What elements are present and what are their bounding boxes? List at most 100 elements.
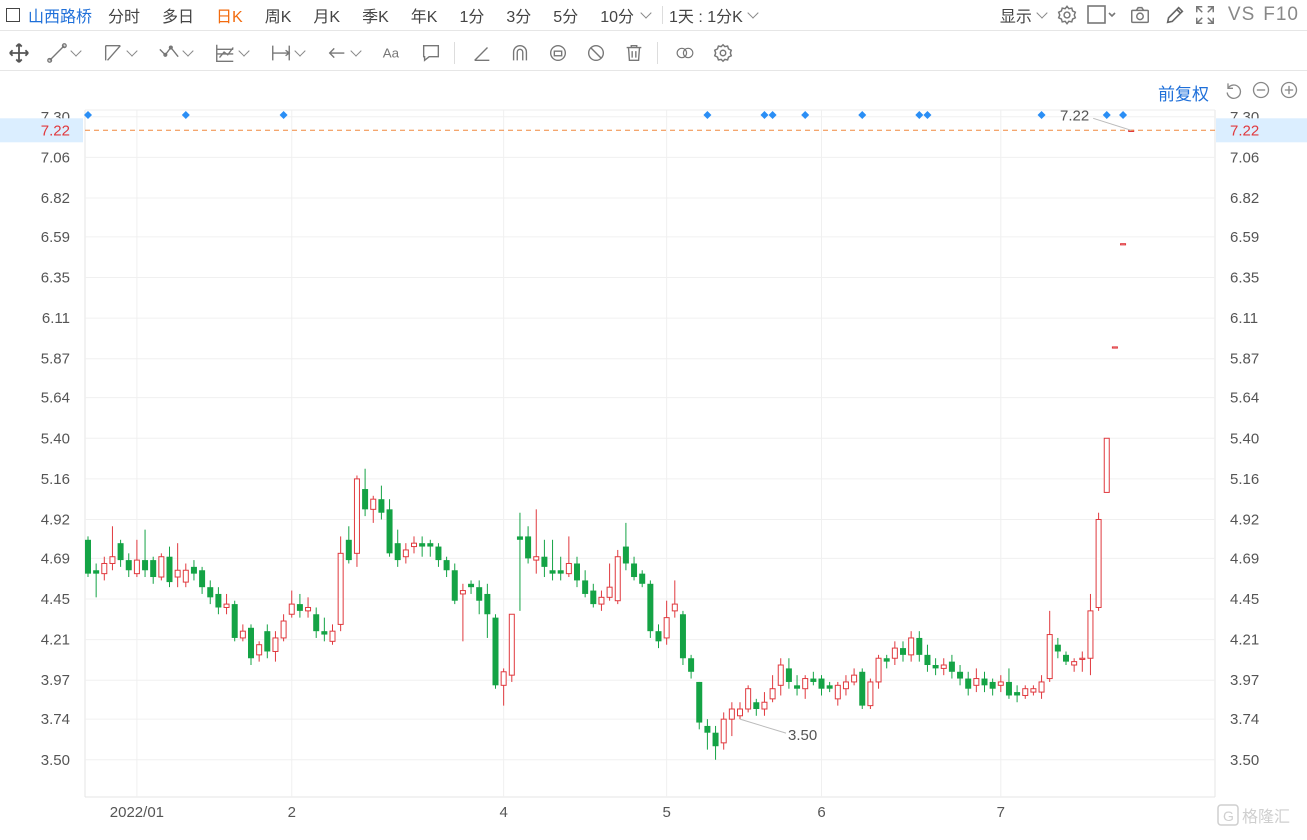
- candle: [166, 546, 173, 588]
- move-cross-arrows-icon[interactable]: [8, 36, 30, 70]
- period-tab-intraday[interactable]: 分时: [108, 3, 140, 27]
- candle-body: [614, 556, 621, 602]
- trash-icon[interactable]: [623, 36, 645, 70]
- f10-button[interactable]: F10: [1263, 4, 1299, 26]
- text-tool-icon[interactable]: Aa: [382, 36, 404, 70]
- event-marker-icon: [915, 111, 924, 119]
- y-tick-label-left: 5.87: [41, 351, 70, 368]
- candle: [802, 675, 809, 699]
- period-tab-5min[interactable]: 5分: [553, 3, 578, 27]
- y-tick-label-right: 5.40: [1230, 430, 1259, 447]
- candle: [1030, 685, 1037, 696]
- arrow-tool-icon[interactable]: [326, 36, 366, 70]
- lock-drawing-icon[interactable]: [547, 36, 569, 70]
- candle-body: [378, 499, 385, 513]
- event-marker-icon: [760, 111, 769, 119]
- candle-body: [541, 556, 548, 567]
- chart-overlay: 7.22 7.22 7.22 3.50: [0, 107, 1307, 744]
- display-menu[interactable]: 显示: [1000, 3, 1032, 27]
- wave-tool-icon[interactable]: [158, 36, 198, 70]
- candle-body: [557, 570, 564, 574]
- period-tab-yearly[interactable]: 年K: [411, 3, 438, 27]
- candle-body: [883, 658, 890, 662]
- y-tick-label-right: 4.92: [1230, 511, 1259, 528]
- candle-body: [818, 678, 825, 689]
- layout-square-icon[interactable]: [1082, 0, 1120, 30]
- y-tick-label-left: 5.40: [41, 430, 70, 447]
- candle-body: [166, 556, 173, 583]
- candle: [386, 499, 393, 557]
- candle-body: [182, 569, 189, 583]
- x-tick-label: 2022/01: [110, 804, 164, 821]
- candle: [761, 692, 768, 716]
- candle: [924, 644, 931, 672]
- fullscreen-icon[interactable]: [1190, 0, 1220, 30]
- period-tab-weekly[interactable]: 周K: [265, 3, 292, 27]
- measure-tool-icon[interactable]: [270, 36, 310, 70]
- candle: [199, 566, 206, 594]
- panel-toggle-icon[interactable]: [6, 8, 20, 22]
- candle: [737, 702, 743, 720]
- x-tick-label: 2: [288, 804, 296, 821]
- y-tick-label-right: 4.45: [1230, 591, 1259, 608]
- candle: [125, 553, 132, 578]
- top-bar: 山西路桥 分时 多日 日K 周K 月K 季K 年K 1分 3分 5分 10分 1…: [0, 0, 1307, 31]
- y-tick-label-left: 4.92: [41, 511, 70, 528]
- pencil-icon[interactable]: [1160, 0, 1190, 30]
- period-tab-quarterly[interactable]: 季K: [362, 3, 389, 27]
- display-chevron-icon[interactable]: [1036, 7, 1048, 19]
- candle: [492, 614, 499, 689]
- period-tab-daily[interactable]: 日K: [216, 3, 243, 27]
- angle-tool-icon[interactable]: [471, 36, 493, 70]
- candle: [574, 556, 580, 588]
- stock-name[interactable]: 山西路桥: [28, 3, 92, 27]
- y-tick-label-left: 6.11: [42, 310, 70, 327]
- candle: [345, 526, 352, 564]
- comment-tool-icon[interactable]: [420, 36, 442, 70]
- period-tab-3min[interactable]: 3分: [506, 3, 531, 27]
- event-marker-icon: [768, 111, 777, 119]
- kline-chart[interactable]: 7.30 7.06 6.82 6.59 6.35 6.11 5.87 5.64 5.40 5.16…: [0, 100, 1307, 835]
- candle: [818, 675, 825, 696]
- period-tab-1min[interactable]: 1分: [459, 3, 484, 27]
- candle: [1111, 346, 1118, 349]
- period-tab-monthly[interactable]: 月K: [313, 3, 340, 27]
- candle: [1103, 437, 1110, 493]
- settings-gear-icon[interactable]: [1052, 0, 1082, 30]
- candle-body: [443, 560, 450, 571]
- camera-icon[interactable]: [1120, 0, 1160, 30]
- drawing-settings-gear-icon[interactable]: [712, 36, 734, 70]
- period-more-chevron-icon[interactable]: [640, 7, 652, 19]
- candle: [329, 624, 336, 645]
- channel-tool-icon[interactable]: [102, 36, 142, 70]
- candle: [264, 624, 271, 659]
- candle: [851, 668, 858, 686]
- candle: [402, 543, 409, 564]
- line-tool-icon[interactable]: [46, 36, 86, 70]
- candle: [631, 556, 638, 581]
- kline-chart-svg[interactable]: 7.307.066.826.596.356.115.875.645.405.16…: [0, 100, 1307, 835]
- candle: [427, 539, 434, 557]
- magnet-icon[interactable]: [509, 36, 531, 70]
- candle: [256, 641, 263, 662]
- candle: [85, 536, 91, 578]
- range-chevron-icon[interactable]: [747, 7, 759, 19]
- candle-body: [565, 562, 572, 575]
- period-tab-10min[interactable]: 10分: [600, 3, 634, 27]
- period-tab-multiday[interactable]: 多日: [162, 3, 194, 27]
- vs-compare-button[interactable]: VS: [1228, 4, 1255, 26]
- candle: [997, 675, 1004, 693]
- range-selector[interactable]: 1天 : 1分K: [669, 3, 743, 27]
- candle-body: [1071, 661, 1078, 666]
- y-tick-label-right: 5.87: [1230, 351, 1259, 368]
- compare-circles-icon[interactable]: [674, 36, 696, 70]
- candle: [142, 529, 149, 578]
- candle-body: [549, 570, 556, 574]
- candle-body: [957, 671, 964, 679]
- candle: [182, 563, 189, 588]
- fibonacci-tool-icon[interactable]: [214, 36, 254, 70]
- candle: [362, 468, 369, 517]
- candle: [557, 556, 564, 581]
- drawing-toolbar: Aa: [0, 36, 1307, 71]
- hide-drawing-icon[interactable]: [585, 36, 607, 70]
